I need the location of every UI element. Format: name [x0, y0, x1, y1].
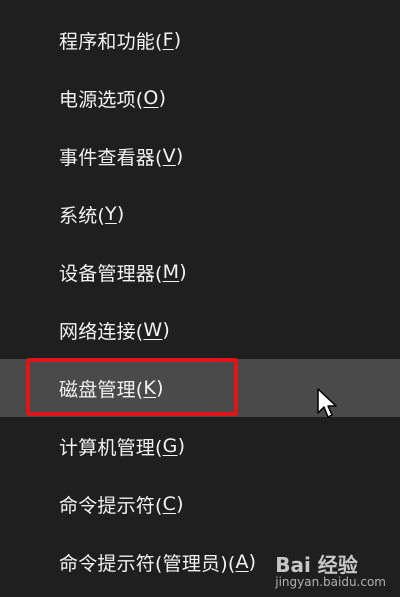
watermark-url: jingyan.baidu.com [275, 574, 386, 589]
context-menu: 程序和功能(F) 电源选项(O) 事件查看器(V) 系统(Y) 设备管理器(M)… [0, 0, 400, 597]
menu-item-hotkey: O [143, 87, 159, 109]
baidu-jingyan-watermark: Bai 经验 jingyan.baidu.com [275, 554, 386, 589]
menu-item-label: 磁盘管理( [59, 378, 144, 401]
menu-item-suffix: ) [177, 435, 186, 457]
menu-item-label: 命令提示符(管理员)( [59, 552, 236, 575]
menu-item-suffix: ) [175, 145, 184, 167]
menu-item-label: 命令提示符( [59, 494, 163, 517]
menu-item-programs-features[interactable]: 程序和功能(F) [0, 11, 400, 69]
menu-item-event-viewer[interactable]: 事件查看器(V) [0, 127, 400, 185]
menu-item-suffix: ) [179, 261, 187, 283]
menu-item-label: 系统( [59, 204, 106, 227]
menu-item-suffix: ) [173, 29, 182, 51]
menu-item-hotkey: C [162, 493, 177, 515]
menu-item-hotkey: A [235, 551, 249, 573]
menu-item-label: 电源选项( [59, 88, 144, 111]
menu-item-device-manager[interactable]: 设备管理器(M) [0, 243, 400, 301]
menu-item-command-prompt[interactable]: 命令提示符(C) [0, 475, 400, 533]
menu-item-label: 程序和功能( [59, 30, 163, 53]
menu-item-hotkey: K [143, 377, 157, 399]
menu-item-label: 事件查看器( [59, 146, 163, 169]
menu-item-network-connections[interactable]: 网络连接(W) [0, 301, 400, 359]
menu-item-hotkey: G [162, 435, 178, 457]
menu-item-hotkey: W [143, 319, 163, 341]
menu-item-label: 设备管理器( [59, 262, 163, 285]
watermark-brand: Bai 经验 [275, 552, 358, 577]
menu-item-label: 计算机管理( [59, 436, 163, 459]
menu-item-hotkey: Y [105, 203, 117, 225]
menu-item-hotkey: M [162, 261, 180, 283]
menu-item-hotkey: V [162, 145, 176, 167]
menu-item-suffix: ) [116, 203, 125, 225]
menu-item-hotkey: F [162, 29, 174, 51]
mouse-pointer-icon [317, 388, 337, 418]
menu-item-suffix: ) [158, 87, 167, 109]
menu-item-computer-management[interactable]: 计算机管理(G) [0, 417, 400, 475]
menu-item-label: 网络连接( [59, 320, 144, 343]
menu-item-suffix: ) [248, 551, 257, 573]
menu-item-suffix: ) [162, 319, 171, 341]
menu-item-suffix: ) [176, 493, 184, 515]
menu-item-suffix: ) [156, 377, 164, 399]
menu-item-power-options[interactable]: 电源选项(O) [0, 69, 400, 127]
menu-item-system[interactable]: 系统(Y) [0, 185, 400, 243]
menu-item-disk-management[interactable]: 磁盘管理(K) [0, 359, 400, 417]
